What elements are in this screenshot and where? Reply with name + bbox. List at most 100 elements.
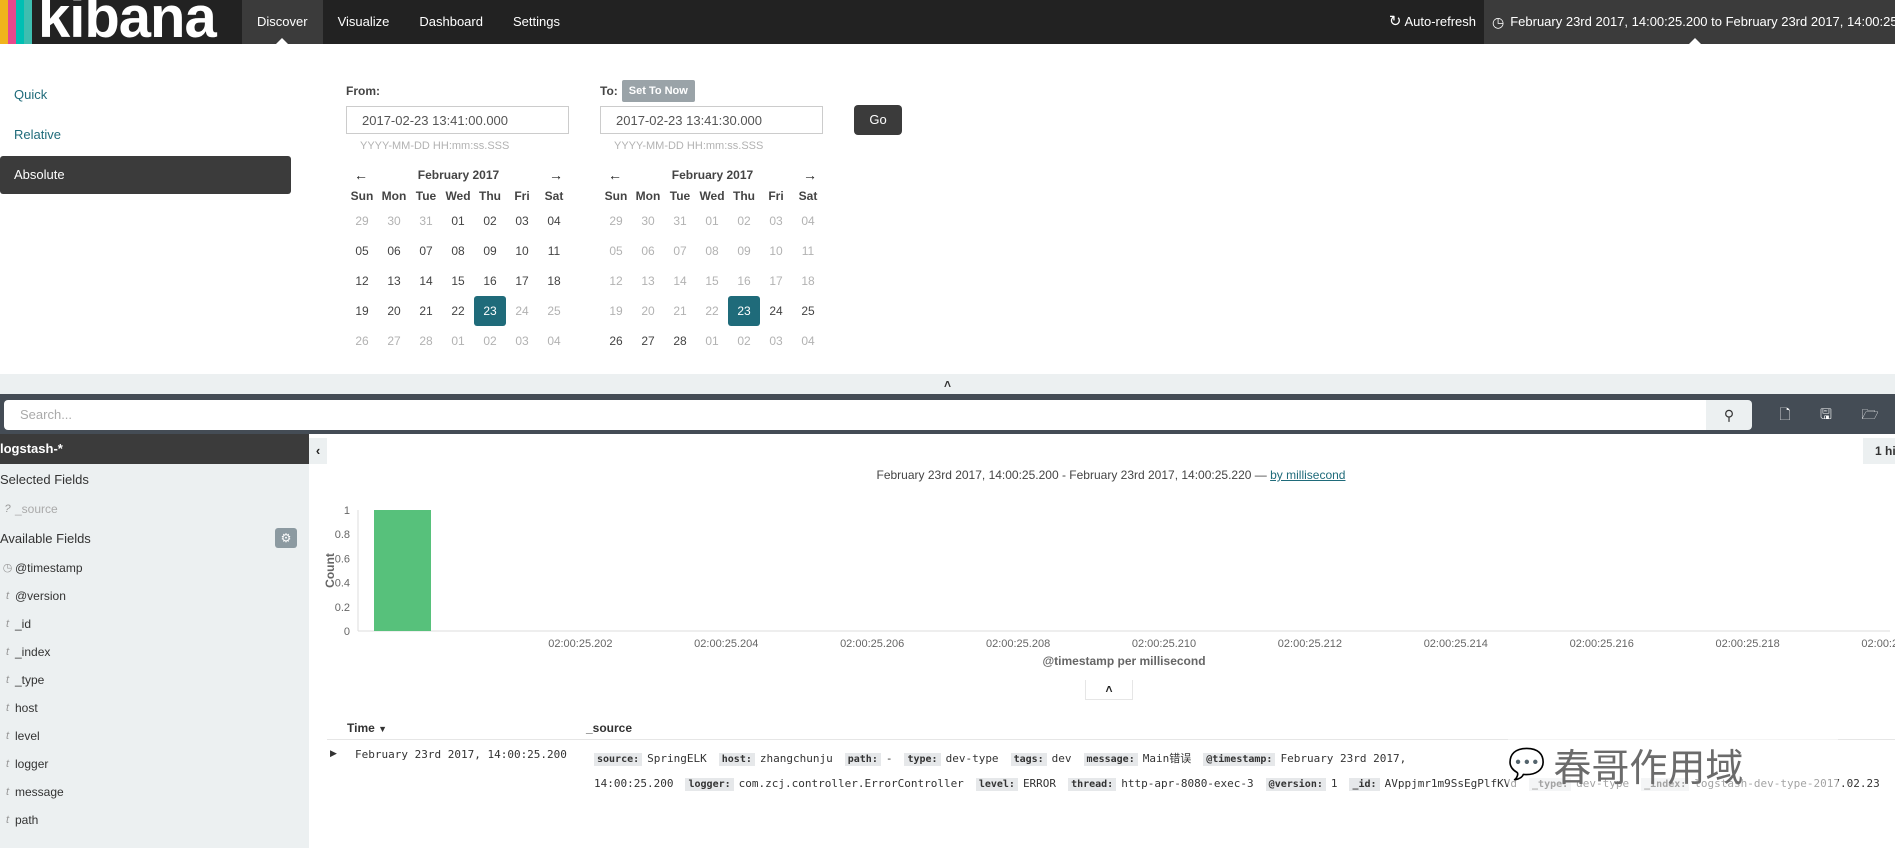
from-calendar-title[interactable]: February 2017 — [418, 168, 499, 182]
field-host[interactable]: t host — [0, 694, 309, 722]
calendar-day[interactable]: 12 — [600, 266, 632, 296]
calendar-day[interactable]: 08 — [442, 236, 474, 266]
calendar-day[interactable]: 20 — [632, 296, 664, 326]
collapse-sidebar-button[interactable]: ‹ — [309, 438, 327, 464]
calendar-day[interactable]: 31 — [664, 206, 696, 236]
next-month-arrow-icon[interactable]: → — [803, 167, 817, 183]
calendar-day[interactable]: 18 — [792, 266, 824, 296]
calendar-day[interactable]: 02 — [474, 206, 506, 236]
calendar-day[interactable]: 25 — [538, 296, 570, 326]
field-type[interactable]: t _type — [0, 666, 309, 694]
calendar-day[interactable]: 07 — [410, 236, 442, 266]
calendar-day[interactable]: 06 — [632, 236, 664, 266]
calendar-day[interactable]: 24 — [760, 296, 792, 326]
calendar-day[interactable]: 25 — [792, 296, 824, 326]
mode-relative[interactable]: Relative — [0, 116, 291, 154]
calendar-day[interactable]: 07 — [664, 236, 696, 266]
field-index[interactable]: t _index — [0, 638, 309, 666]
calendar-day[interactable]: 02 — [474, 326, 506, 356]
calendar-day[interactable]: 12 — [346, 266, 378, 296]
field-path[interactable]: t path — [0, 806, 309, 834]
gear-icon[interactable]: ⚙ — [275, 528, 297, 548]
calendar-day[interactable]: 02 — [728, 206, 760, 236]
to-input[interactable] — [600, 106, 823, 134]
sort-down-icon[interactable]: ▼ — [378, 724, 387, 734]
field-logger[interactable]: t logger — [0, 750, 309, 778]
calendar-day[interactable]: 01 — [442, 206, 474, 236]
calendar-day[interactable]: 21 — [410, 296, 442, 326]
calendar-day[interactable]: 26 — [346, 326, 378, 356]
calendar-day[interactable]: 30 — [632, 206, 664, 236]
calendar-day[interactable]: 01 — [442, 326, 474, 356]
calendar-day[interactable]: 22 — [442, 296, 474, 326]
calendar-day[interactable]: 06 — [378, 236, 410, 266]
calendar-day[interactable]: 04 — [538, 206, 570, 236]
set-to-now-button[interactable]: Set To Now — [621, 80, 695, 102]
calendar-day[interactable]: 16 — [474, 266, 506, 296]
calendar-day[interactable]: 30 — [378, 206, 410, 236]
nav-tab-visualize[interactable]: Visualize — [323, 0, 405, 44]
calendar-day[interactable]: 17 — [506, 266, 538, 296]
collapse-chart-button[interactable]: ˄ — [1085, 680, 1133, 700]
selected-day[interactable]: 23 — [474, 296, 506, 326]
time-range-button[interactable]: ◷ February 23rd 2017, 14:00:25.200 to Fe… — [1484, 0, 1895, 44]
field-version[interactable]: t @version — [0, 582, 309, 610]
calendar-day[interactable]: 11 — [792, 236, 824, 266]
calendar-day[interactable]: 04 — [792, 326, 824, 356]
selected-day[interactable]: 23 — [728, 296, 760, 326]
calendar-day[interactable]: 03 — [506, 206, 538, 236]
calendar-day[interactable]: 01 — [696, 326, 728, 356]
field-message[interactable]: t message — [0, 778, 309, 806]
calendar-day[interactable]: 24 — [506, 296, 538, 326]
calendar-day[interactable]: 10 — [760, 236, 792, 266]
calendar-day[interactable]: 14 — [410, 266, 442, 296]
calendar-day[interactable]: 09 — [474, 236, 506, 266]
calendar-day[interactable]: 27 — [378, 326, 410, 356]
calendar-day[interactable]: 03 — [760, 206, 792, 236]
calendar-day[interactable]: 01 — [696, 206, 728, 236]
calendar-day[interactable]: 03 — [506, 326, 538, 356]
save-search-icon[interactable]: 🖫 — [1816, 404, 1836, 424]
calendar-day[interactable]: 31 — [410, 206, 442, 236]
nav-tab-settings[interactable]: Settings — [498, 0, 575, 44]
search-input[interactable]: Search... — [4, 400, 1706, 430]
next-month-arrow-icon[interactable]: → — [549, 167, 563, 183]
nav-tab-discover[interactable]: Discover — [242, 0, 323, 44]
calendar-day[interactable]: 28 — [664, 326, 696, 356]
histogram-chart[interactable]: 00.20.40.60.8102:00:25.202 02:00:25.204 02… — [320, 495, 1895, 675]
calendar-day[interactable]: 18 — [538, 266, 570, 296]
calendar-day[interactable]: 21 — [664, 296, 696, 326]
calendar-day[interactable]: 10 — [506, 236, 538, 266]
calendar-day[interactable]: 26 — [600, 326, 632, 356]
mode-absolute[interactable]: Absolute — [0, 156, 291, 194]
calendar-day[interactable]: 09 — [728, 236, 760, 266]
prev-month-arrow-icon[interactable]: ← — [354, 167, 368, 183]
expand-row-icon[interactable]: ▶ — [330, 748, 337, 759]
to-calendar-title[interactable]: February 2017 — [672, 168, 753, 182]
calendar-day[interactable]: 15 — [442, 266, 474, 296]
field-level[interactable]: t level — [0, 722, 309, 750]
search-button[interactable]: ⚲ — [1706, 400, 1752, 430]
calendar-day[interactable]: 19 — [346, 296, 378, 326]
calendar-day[interactable]: 03 — [760, 326, 792, 356]
calendar-day[interactable]: 29 — [600, 206, 632, 236]
calendar-day[interactable]: 27 — [632, 326, 664, 356]
calendar-day[interactable]: 05 — [600, 236, 632, 266]
open-folder-icon[interactable]: 🗁 — [1860, 404, 1880, 424]
calendar-day[interactable]: 28 — [410, 326, 442, 356]
time-column-header[interactable]: Time ▼ — [347, 721, 387, 735]
calendar-day[interactable]: 29 — [346, 206, 378, 236]
mode-quick[interactable]: Quick — [0, 76, 291, 114]
field-id[interactable]: t _id — [0, 610, 309, 638]
calendar-day[interactable]: 14 — [664, 266, 696, 296]
calendar-day[interactable]: 15 — [696, 266, 728, 296]
nav-tab-dashboard[interactable]: Dashboard — [404, 0, 498, 44]
calendar-day[interactable]: 17 — [760, 266, 792, 296]
index-pattern-selector[interactable]: logstash-* — [0, 434, 309, 464]
prev-month-arrow-icon[interactable]: ← — [608, 167, 622, 183]
field-source[interactable]: ? _source — [0, 495, 309, 523]
calendar-day[interactable]: 04 — [792, 206, 824, 236]
calendar-day[interactable]: 02 — [728, 326, 760, 356]
calendar-day[interactable]: 16 — [728, 266, 760, 296]
new-search-icon[interactable]: 🗋 — [1775, 404, 1795, 424]
